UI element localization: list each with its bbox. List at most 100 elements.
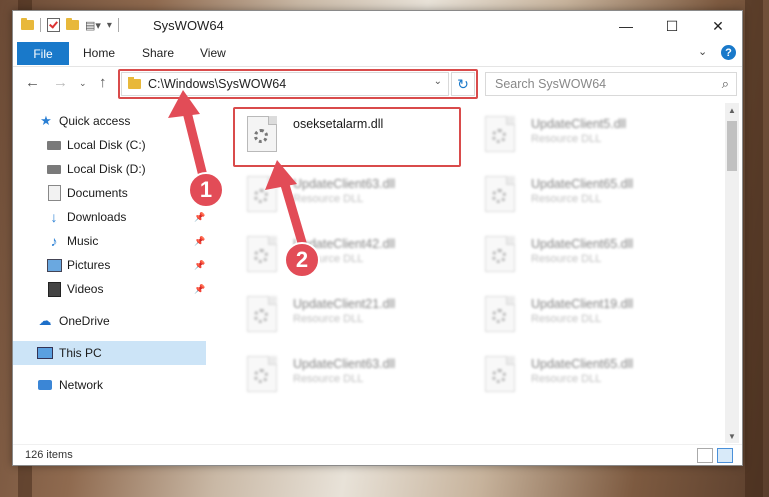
sidebar-item-music[interactable]: ♪ Music 📌 <box>13 229 206 253</box>
close-icon: ✕ <box>712 17 724 34</box>
toolbar-dropdown-icon[interactable]: ▾ <box>107 20 112 31</box>
drive-icon <box>46 162 62 176</box>
file-type: Resource DLL <box>293 193 364 205</box>
dll-file-icon <box>485 296 515 332</box>
dll-file-icon <box>485 236 515 272</box>
search-box[interactable]: Search SysWOW64 ⌕ <box>485 72 737 96</box>
file-item[interactable]: UpdateClient42.dll Resource DLL <box>239 231 469 283</box>
customize-toolbar-icon[interactable]: ▤▾ <box>85 19 101 32</box>
file-name: UpdateClient65.dll <box>531 177 634 191</box>
minimize-icon: — <box>619 18 633 34</box>
file-item[interactable]: UpdateClient5.dll Resource DLL <box>477 111 707 163</box>
pin-icon[interactable]: 📌 <box>194 260 205 271</box>
ribbon-tabs: File Home Share View ⌄ ? <box>13 41 742 67</box>
file-explorer-window: ▤▾ ▾ SysWOW64 — ☐ ✕ File Home Share View… <box>12 10 743 466</box>
sidebar-item-quick-access[interactable]: ★ Quick access <box>13 109 206 133</box>
file-item[interactable]: UpdateClient63.dll Resource DLL <box>239 351 469 403</box>
sidebar-item-downloads[interactable]: ↓ Downloads 📌 <box>13 205 206 229</box>
star-icon: ★ <box>40 113 52 128</box>
close-button[interactable]: ✕ <box>695 11 741 41</box>
sidebar-item-network[interactable]: Network <box>13 373 206 397</box>
tab-share[interactable]: Share <box>142 46 174 60</box>
maximize-button[interactable]: ☐ <box>649 11 695 41</box>
file-name: UpdateClient63.dll <box>293 357 396 371</box>
dll-file-icon <box>485 116 515 152</box>
sidebar-item-onedrive[interactable]: ☁ OneDrive <box>13 309 206 333</box>
cloud-icon: ☁ <box>38 313 52 328</box>
file-type: Resource DLL <box>531 313 602 325</box>
sidebar-item-documents[interactable]: Documents 📌 <box>13 181 206 205</box>
address-highlight-box <box>118 69 478 99</box>
expand-ribbon-icon[interactable]: ⌄ <box>698 45 707 58</box>
pin-icon[interactable]: 📌 <box>194 284 205 295</box>
file-type: Resource DLL <box>531 193 602 205</box>
tab-home[interactable]: Home <box>83 46 115 60</box>
item-count: 126 items <box>25 449 73 461</box>
file-type: Resource DLL <box>293 313 364 325</box>
music-note-icon: ♪ <box>50 233 58 249</box>
sidebar-item-videos[interactable]: Videos 📌 <box>13 277 206 301</box>
file-name: UpdateClient65.dll <box>531 237 634 251</box>
scroll-thumb[interactable] <box>727 121 737 171</box>
file-type: Resource DLL <box>293 373 364 385</box>
help-icon[interactable]: ? <box>721 45 736 60</box>
quick-access-toolbar: ▤▾ ▾ <box>21 18 119 32</box>
documents-icon <box>46 185 62 201</box>
step-1-badge: 1 <box>188 172 224 208</box>
file-item[interactable]: UpdateClient19.dll Resource DLL <box>477 291 707 343</box>
title-bar: ▤▾ ▾ SysWOW64 — ☐ ✕ <box>13 11 742 41</box>
file-item[interactable]: UpdateClient65.dll Resource DLL <box>477 231 707 283</box>
dll-file-icon <box>247 176 277 212</box>
file-name: UpdateClient63.dll <box>293 177 396 191</box>
search-icon: ⌕ <box>721 76 729 91</box>
file-type: Resource DLL <box>531 373 602 385</box>
forward-arrow-icon[interactable]: → <box>53 74 68 91</box>
dll-file-icon <box>247 296 277 332</box>
pin-icon[interactable]: 📌 <box>194 236 205 247</box>
step-2-badge: 2 <box>284 242 320 278</box>
navigation-pane: ★ Quick access Local Disk (C:) Local Dis… <box>13 103 206 443</box>
drive-icon <box>46 138 62 152</box>
file-item[interactable]: UpdateClient65.dll Resource DLL <box>477 171 707 223</box>
tab-view[interactable]: View <box>200 46 226 60</box>
sidebar-item-local-disk-c[interactable]: Local Disk (C:) <box>13 133 206 157</box>
file-item[interactable]: UpdateClient21.dll Resource DLL <box>239 291 469 343</box>
large-icons-view-icon[interactable] <box>717 448 733 463</box>
dll-file-icon <box>485 176 515 212</box>
minimize-button[interactable]: — <box>603 11 649 41</box>
up-arrow-icon[interactable]: ↑ <box>99 74 107 91</box>
sidebar-item-local-disk-d[interactable]: Local Disk (D:) <box>13 157 206 181</box>
computer-icon <box>37 346 53 360</box>
file-item[interactable]: UpdateClient63.dll Resource DLL <box>239 171 469 223</box>
tab-file[interactable]: File <box>17 42 69 65</box>
file-name: UpdateClient65.dll <box>531 357 634 371</box>
scroll-down-icon[interactable]: ▼ <box>725 429 739 443</box>
dll-file-icon <box>485 356 515 392</box>
status-bar: 126 items <box>13 444 742 465</box>
file-name: UpdateClient19.dll <box>531 297 634 311</box>
download-arrow-icon: ↓ <box>50 209 58 225</box>
toolbar-separator <box>40 18 41 32</box>
file-name: UpdateClient5.dll <box>531 117 627 131</box>
scroll-up-icon[interactable]: ▲ <box>725 103 739 117</box>
sidebar-item-pictures[interactable]: Pictures 📌 <box>13 253 206 277</box>
file-item[interactable]: UpdateClient65.dll Resource DLL <box>477 351 707 403</box>
sidebar-item-this-pc[interactable]: This PC <box>13 341 206 365</box>
dll-file-icon <box>247 236 277 272</box>
toolbar-separator <box>117 18 119 32</box>
vertical-scrollbar[interactable]: ▲ ▼ <box>725 103 739 443</box>
file-highlight-box <box>233 107 461 167</box>
maximize-icon: ☐ <box>665 17 679 34</box>
recent-locations-icon[interactable]: ⌄ <box>79 78 87 89</box>
file-name: UpdateClient21.dll <box>293 297 396 311</box>
details-view-icon[interactable] <box>697 448 713 463</box>
videos-icon <box>46 281 62 297</box>
back-arrow-icon[interactable]: ← <box>25 74 40 91</box>
search-input[interactable]: Search SysWOW64 <box>495 77 606 91</box>
properties-icon[interactable] <box>47 18 60 32</box>
folder-icon <box>21 18 34 30</box>
pin-icon[interactable]: 📌 <box>194 212 205 223</box>
file-type: Resource DLL <box>531 253 602 265</box>
new-folder-icon[interactable] <box>66 18 79 30</box>
network-icon <box>37 378 53 392</box>
